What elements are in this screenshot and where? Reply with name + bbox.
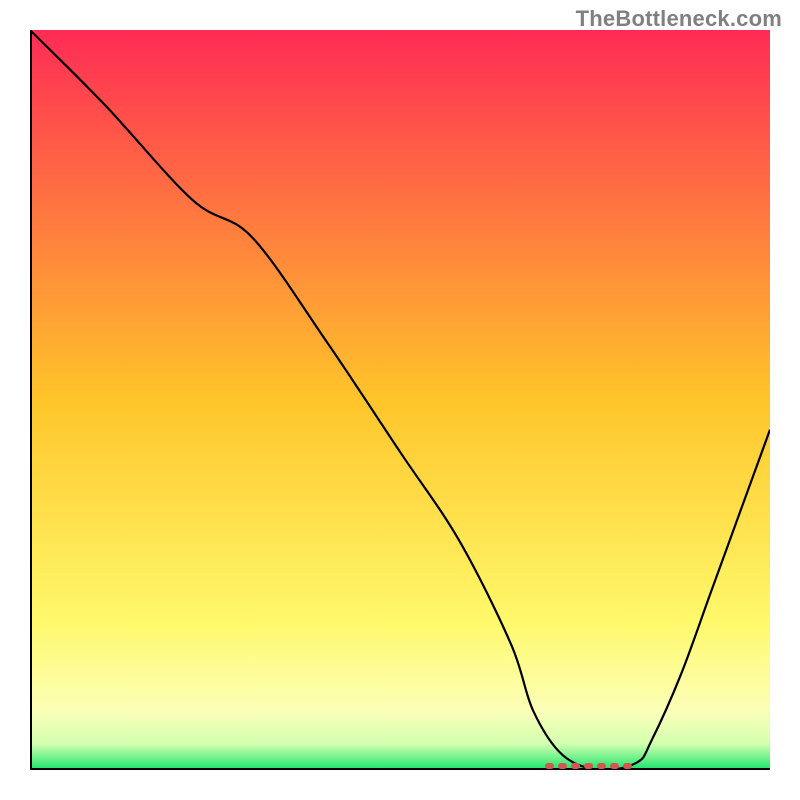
bottleneck-chart [30, 30, 770, 770]
chart-background [30, 30, 770, 770]
watermark-text: TheBottleneck.com [576, 6, 782, 32]
